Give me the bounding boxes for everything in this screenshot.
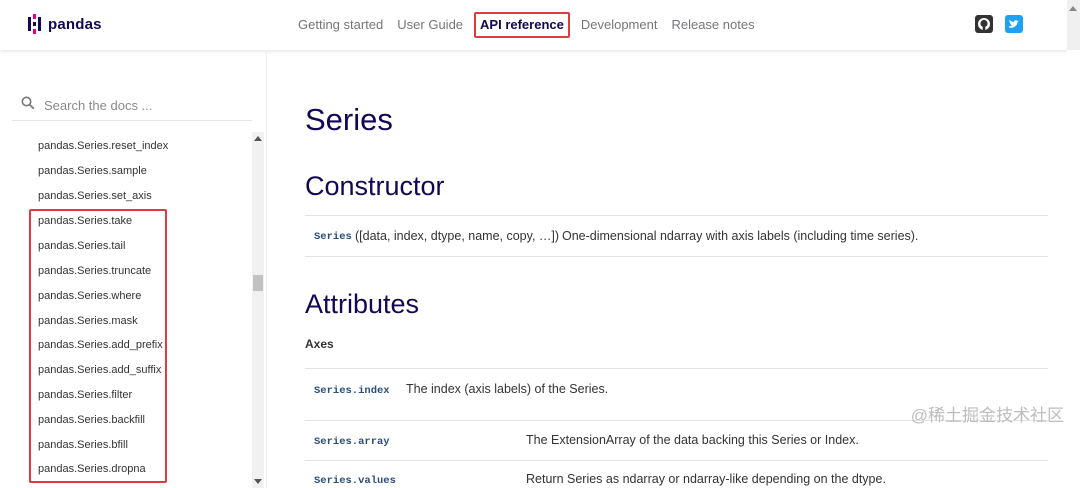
- scroll-down-arrow-icon[interactable]: [254, 479, 262, 484]
- toc-item-reset-index[interactable]: pandas.Series.reset_index: [38, 140, 168, 152]
- search-input[interactable]: [42, 93, 246, 117]
- toc-item-sample[interactable]: pandas.Series.sample: [38, 165, 147, 177]
- attribute-description-values: Return Series as ndarray or ndarray-like…: [526, 472, 886, 486]
- divider: [305, 215, 1048, 216]
- top-navbar: pandas Getting started User Guide API re…: [0, 0, 1080, 50]
- nav-release-notes[interactable]: Release notes: [664, 12, 761, 38]
- scroll-up-arrow-icon[interactable]: [254, 136, 262, 141]
- page-scrollbar[interactable]: [1067, 50, 1080, 488]
- sidebar: pandas.Series.reset_index pandas.Series.…: [0, 50, 267, 488]
- search-icon: [21, 96, 35, 110]
- brand-name: pandas: [48, 15, 102, 33]
- sidebar-search: [12, 90, 252, 121]
- nav-api-reference[interactable]: API reference: [474, 12, 570, 38]
- constructor-description: One-dimensional ndarray with axis labels…: [562, 229, 919, 243]
- page-title: Series: [305, 102, 393, 137]
- watermark: @稀土掘金技术社区: [910, 406, 1064, 425]
- attribute-description-array: The ExtensionArray of the data backing t…: [526, 433, 859, 447]
- toc-item-set-axis[interactable]: pandas.Series.set_axis: [38, 190, 152, 202]
- divider: [305, 460, 1048, 461]
- divider: [305, 368, 1048, 369]
- attribute-link-values[interactable]: Series.values: [314, 475, 396, 487]
- scrollbar-top[interactable]: [1067, 0, 1080, 50]
- attribute-description-index: The index (axis labels) of the Series.: [406, 382, 609, 396]
- pandas-logo-icon: [28, 14, 42, 34]
- github-icon[interactable]: [975, 15, 993, 33]
- sidebar-highlight-box: [29, 209, 167, 483]
- nav-getting-started[interactable]: Getting started: [291, 12, 390, 38]
- constructor-heading: Constructor: [305, 171, 445, 201]
- pandas-logo[interactable]: pandas: [28, 14, 102, 34]
- main-nav: Getting started User Guide API reference…: [291, 12, 762, 38]
- scrollbar-thumb[interactable]: [253, 275, 263, 291]
- nav-development[interactable]: Development: [574, 12, 665, 38]
- attribute-link-index[interactable]: Series.index: [314, 385, 390, 397]
- nav-user-guide[interactable]: User Guide: [390, 12, 470, 38]
- attribute-link-array[interactable]: Series.array: [314, 436, 390, 448]
- sidebar-scrollbar[interactable]: [252, 132, 264, 488]
- constructor-signature: ([data, index, dtype, name, copy, …]): [355, 229, 560, 243]
- divider: [305, 256, 1048, 257]
- twitter-icon[interactable]: [1005, 15, 1023, 33]
- constructor-link[interactable]: Series: [314, 231, 352, 243]
- axes-subheading: Axes: [305, 337, 334, 351]
- attributes-heading: Attributes: [305, 289, 420, 319]
